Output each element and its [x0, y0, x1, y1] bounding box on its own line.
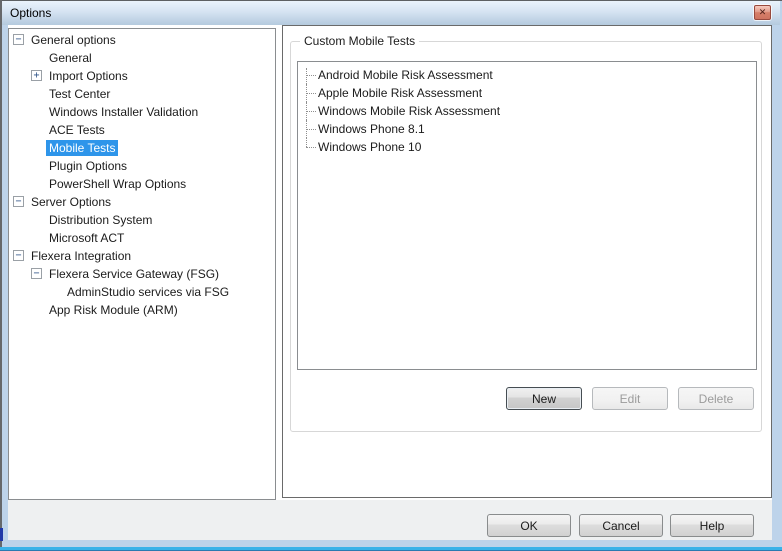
tree-item-flexera-service-gateway-fsg[interactable]: − Flexera Service Gateway (FSG): [9, 265, 275, 283]
tree-item-label: Import Options: [49, 69, 128, 83]
tree-connector-icon: [302, 138, 318, 156]
tree-item-flexera-integration[interactable]: − Flexera Integration: [9, 247, 275, 265]
tree-item-label: Microsoft ACT: [49, 231, 124, 245]
tree-item-mobile-tests[interactable]: Mobile Tests: [9, 139, 275, 157]
custom-tests-list: Android Mobile Risk Assessment Apple Mob…: [297, 61, 757, 370]
tree-item-windows-installer-validation[interactable]: Windows Installer Validation: [9, 103, 275, 121]
custom-test-label: Windows Phone 10: [318, 138, 421, 156]
tree-item-plugin-options[interactable]: Plugin Options: [9, 157, 275, 175]
tree-item-import-options[interactable]: + Import Options: [9, 67, 275, 85]
edit-button[interactable]: Edit: [592, 387, 668, 410]
tree-item-label: Server Options: [31, 195, 111, 209]
options-dialog: Options ✕ − General options General + Im…: [0, 0, 782, 551]
group-title: Custom Mobile Tests: [300, 34, 419, 48]
tree-item-distribution-system[interactable]: Distribution System: [9, 211, 275, 229]
tree-connector-icon: [302, 120, 318, 138]
close-icon: ✕: [755, 6, 770, 19]
custom-test-item[interactable]: Apple Mobile Risk Assessment: [302, 84, 756, 102]
title-bar[interactable]: Options ✕: [2, 1, 780, 25]
expander-icon[interactable]: −: [31, 268, 42, 279]
tree-item-label: Flexera Service Gateway (FSG): [49, 267, 219, 281]
cancel-button[interactable]: Cancel: [579, 514, 663, 537]
tree-item-label: ACE Tests: [49, 123, 105, 137]
custom-test-label: Apple Mobile Risk Assessment: [318, 84, 482, 102]
tree-item-label: Mobile Tests: [46, 140, 118, 156]
settings-panel: Custom Mobile Tests Android Mobile Risk …: [282, 25, 772, 498]
tree-item-label: General options: [31, 33, 116, 47]
expander-icon[interactable]: −: [13, 250, 24, 261]
new-button[interactable]: New: [506, 387, 582, 410]
tree-item-test-center[interactable]: Test Center: [9, 85, 275, 103]
window-title: Options: [10, 1, 51, 25]
tree-item-label: App Risk Module (ARM): [49, 303, 178, 317]
expander-icon[interactable]: −: [13, 34, 24, 45]
tree-connector-icon: [302, 102, 318, 120]
expander-icon[interactable]: −: [13, 196, 24, 207]
tree-item-label: PowerShell Wrap Options: [49, 177, 186, 191]
tree-item-label: Plugin Options: [49, 159, 127, 173]
window-border-top: [0, 0, 782, 1]
options-tree: − General options General + Import Optio…: [8, 28, 276, 500]
custom-test-item[interactable]: Windows Mobile Risk Assessment: [302, 102, 756, 120]
tree-item-microsoft-act[interactable]: Microsoft ACT: [9, 229, 275, 247]
delete-button[interactable]: Delete: [678, 387, 754, 410]
tree-item-label: Windows Installer Validation: [49, 105, 198, 119]
tree-item-label: Flexera Integration: [31, 249, 131, 263]
tree-item-general-options[interactable]: − General options: [9, 31, 275, 49]
custom-test-label: Android Mobile Risk Assessment: [318, 66, 493, 84]
custom-test-item[interactable]: Windows Phone 10: [302, 138, 756, 156]
ok-button[interactable]: OK: [487, 514, 571, 537]
tree-item-label: Test Center: [49, 87, 110, 101]
custom-test-item[interactable]: Android Mobile Risk Assessment: [302, 66, 756, 84]
tree-item-label: AdminStudio services via FSG: [67, 285, 229, 299]
custom-test-label: Windows Phone 8.1: [318, 120, 425, 138]
tree-connector-icon: [302, 66, 318, 84]
tree-item-powershell-wrap-options[interactable]: PowerShell Wrap Options: [9, 175, 275, 193]
custom-test-label: Windows Mobile Risk Assessment: [318, 102, 500, 120]
background-accent: [0, 528, 3, 541]
close-button[interactable]: ✕: [754, 5, 771, 20]
custom-test-item[interactable]: Windows Phone 8.1: [302, 120, 756, 138]
tree-item-label: General: [49, 51, 92, 65]
expander-icon[interactable]: +: [31, 70, 42, 81]
background-window-edge: [0, 0, 2, 551]
tree-item-server-options[interactable]: − Server Options: [9, 193, 275, 211]
tree-item-label: Distribution System: [49, 213, 152, 227]
help-button[interactable]: Help: [670, 514, 754, 537]
tree-item-general[interactable]: General: [9, 49, 275, 67]
tree-item-app-risk-module-arm[interactable]: App Risk Module (ARM): [9, 301, 275, 319]
tree-connector-icon: [302, 84, 318, 102]
tree-item-ace-tests[interactable]: ACE Tests: [9, 121, 275, 139]
tree-item-adminstudio-services-via-fsg[interactable]: AdminStudio services via FSG: [9, 283, 275, 301]
